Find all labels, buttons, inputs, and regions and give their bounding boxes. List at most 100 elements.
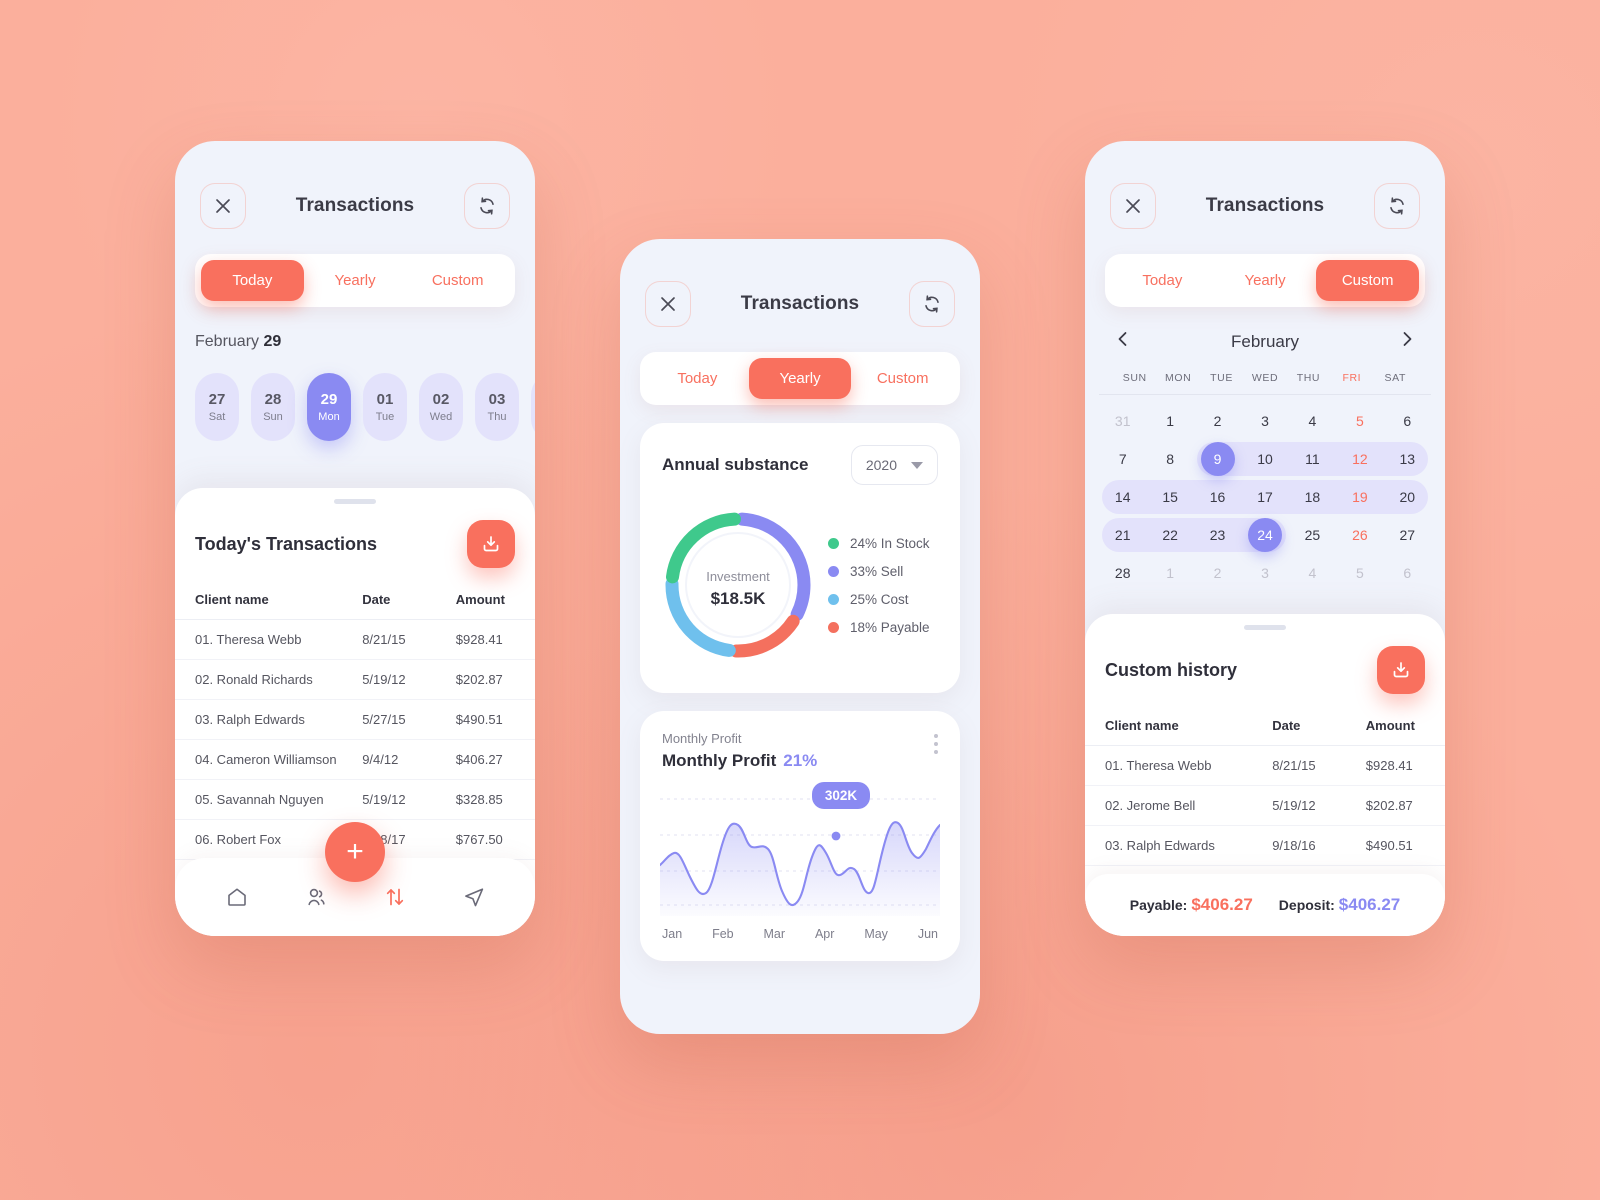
weekday-label: TUE (1210, 372, 1233, 384)
calendar-day-selected[interactable]: 9 (1194, 441, 1243, 477)
tab-today[interactable]: Today (1111, 260, 1214, 301)
calendar-prev-button[interactable] (1113, 329, 1133, 354)
legend-swatch-payable (828, 621, 839, 633)
cell-client: 01. Theresa Webb (1085, 745, 1273, 786)
kebab-menu-icon[interactable] (934, 731, 938, 771)
calendar-day-selected[interactable]: 24 (1240, 517, 1288, 553)
download-button[interactable] (1377, 646, 1425, 694)
nav-send-button[interactable] (462, 885, 486, 909)
nav-transfer-button[interactable] (383, 885, 407, 909)
calendar-day[interactable]: 19 (1335, 479, 1385, 515)
table-row[interactable]: 02. Ronald Richards 5/19/12 $202.87 (175, 659, 535, 700)
table-row[interactable]: 03. Ralph Edwards 5/27/15 $490.51 (175, 699, 535, 740)
close-button[interactable] (645, 281, 691, 327)
calendar-day[interactable]: 20 (1382, 479, 1431, 515)
download-button[interactable] (467, 520, 515, 568)
tab-today[interactable]: Today (201, 260, 304, 301)
phone-custom-screen: Transactions Today Yearly Custom Februar… (1085, 141, 1445, 936)
cell-date: 8/21/15 (362, 619, 456, 660)
calendar-day[interactable]: 15 (1145, 479, 1196, 515)
calendar-day[interactable]: 22 (1145, 517, 1196, 553)
calendar-day[interactable]: 6 (1384, 555, 1431, 591)
add-transaction-fab[interactable]: + (325, 822, 385, 882)
weekday-label-friday: FRI (1342, 372, 1362, 384)
date-chip[interactable]: 27 Sat (195, 373, 239, 441)
calendar-day[interactable]: 31 (1099, 403, 1146, 439)
date-chip-selected[interactable]: 29 Mon (307, 373, 351, 441)
tab-custom[interactable]: Custom (851, 358, 954, 399)
nav-home-button[interactable] (225, 885, 249, 909)
calendar-day[interactable]: 23 (1192, 517, 1243, 553)
date-chip-strip[interactable]: 27 Sat 28 Sun 29 Mon 01 Tue 02 Wed 03 Thu 04Fr… (195, 373, 535, 441)
profit-percent: 21% (783, 751, 818, 770)
calendar-day[interactable]: 28 (1099, 555, 1146, 591)
calendar-day[interactable]: 11 (1287, 441, 1338, 477)
calendar-day[interactable]: 4 (1289, 403, 1336, 439)
table-row[interactable]: 01. Theresa Webb 8/21/15 $928.41 (1085, 745, 1445, 786)
calendar-day[interactable]: 26 (1336, 517, 1383, 553)
refresh-button[interactable] (1373, 183, 1420, 229)
legend-swatch-in-stock (828, 537, 839, 549)
calendar-day[interactable]: 27 (1384, 517, 1431, 553)
table-row[interactable]: 04. Cameron Williamson 9/4/12 $406.27 (175, 739, 535, 780)
chart-tooltip-label: 302K (825, 788, 858, 803)
calendar-day[interactable]: 1 (1146, 403, 1193, 439)
calendar-grid[interactable]: 31 1 2 3 4 5 6 7 8 9 10 11 12 13 14 15 16 17 18 19 20 21 22 23 2… (1085, 395, 1445, 605)
calendar-day-number: 7 (1118, 451, 1127, 467)
phone3-tab-bar[interactable]: Today Yearly Custom (1105, 254, 1425, 307)
phone2-tab-bar[interactable]: Today Yearly Custom (640, 352, 960, 405)
nav-users-button[interactable] (304, 885, 328, 909)
chart-highlight-point (831, 831, 841, 841)
calendar-day[interactable]: 2 (1194, 403, 1241, 439)
calendar-day[interactable]: 3 (1241, 403, 1288, 439)
calendar-day[interactable]: 16 (1192, 479, 1243, 515)
calendar-day[interactable]: 3 (1241, 555, 1288, 591)
date-chip-day: 01 (376, 391, 394, 408)
date-chip[interactable]: 04Fri (531, 373, 535, 441)
date-chip-weekday: Sun (263, 411, 283, 423)
calendar-day[interactable]: 4 (1289, 555, 1336, 591)
phone1-tab-bar[interactable]: Today Yearly Custom (195, 254, 515, 307)
tab-yearly[interactable]: Yearly (1214, 260, 1317, 301)
calendar-next-button[interactable] (1397, 329, 1417, 354)
date-chip[interactable]: 03 Thu (475, 373, 519, 441)
tab-today[interactable]: Today (646, 358, 749, 399)
date-chip[interactable]: 02 Wed (419, 373, 463, 441)
calendar-day[interactable]: 7 (1099, 441, 1146, 477)
calendar-day[interactable]: 1 (1146, 555, 1193, 591)
calendar-day[interactable]: 5 (1336, 555, 1383, 591)
calendar-day[interactable]: 17 (1240, 479, 1291, 515)
tab-custom[interactable]: Custom (1316, 260, 1420, 301)
calendar-day-number: 21 (1114, 527, 1131, 543)
calendar-day[interactable]: 5 (1336, 403, 1383, 439)
table-row[interactable]: 03. Ralph Edwards 9/18/16 $490.51 (1085, 825, 1445, 866)
table-row[interactable]: 05. Savannah Nguyen 5/19/12 $328.85 (175, 779, 535, 820)
year-dropdown[interactable]: 2020 (850, 445, 938, 485)
date-chip-weekday: Tue (375, 411, 395, 423)
calendar-day-number: 18 (1304, 489, 1321, 505)
table-row[interactable]: 01. Theresa Webb 8/21/15 $928.41 (175, 619, 535, 660)
table-row[interactable]: 02. Jerome Bell 5/19/12 $202.87 (1085, 785, 1445, 826)
date-chip[interactable]: 28 Sun (251, 373, 295, 441)
calendar-day[interactable]: 2 (1194, 555, 1241, 591)
calendar-day[interactable]: 13 (1382, 441, 1431, 477)
calendar-day[interactable]: 25 (1289, 517, 1336, 553)
close-button[interactable] (200, 183, 246, 229)
calendar-day[interactable]: 12 (1335, 441, 1385, 477)
calendar-day[interactable]: 14 (1099, 479, 1148, 515)
refresh-button[interactable] (463, 183, 510, 229)
calendar-day[interactable]: 21 (1099, 517, 1148, 553)
calendar-day[interactable]: 18 (1287, 479, 1338, 515)
tab-yearly[interactable]: Yearly (304, 260, 407, 301)
calendar-day[interactable]: 8 (1146, 441, 1193, 477)
date-chip[interactable]: 01 Tue (363, 373, 407, 441)
calendar-day[interactable]: 6 (1384, 403, 1431, 439)
tab-yearly[interactable]: Yearly (748, 358, 852, 399)
calendar-day[interactable]: 10 (1240, 441, 1291, 477)
column-header-client: Client name (1085, 708, 1273, 746)
close-button[interactable] (1110, 183, 1156, 229)
calendar-day-number: 6 (1403, 413, 1412, 429)
tab-custom[interactable]: Custom (406, 260, 509, 301)
refresh-button[interactable] (908, 281, 955, 327)
send-icon (464, 888, 483, 907)
